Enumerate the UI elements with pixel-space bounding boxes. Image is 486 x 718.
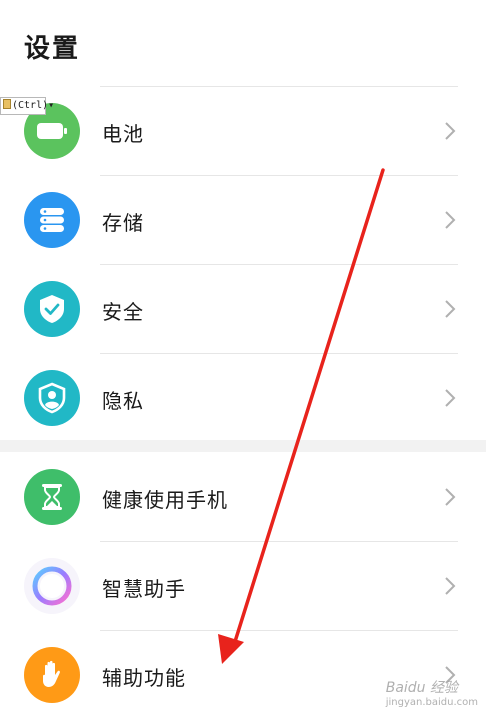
settings-item-label: 安全 [102,300,144,324]
ctrl-paste-badge[interactable]: (Ctrl)▾ [0,97,54,115]
storage-icon [24,192,80,248]
chevron-right-icon [445,488,456,506]
hourglass-icon [24,469,80,525]
chevron-right-icon [445,300,456,318]
baidu-watermark: Baidu 经验 jingyan.baidu.com [386,677,478,708]
settings-item-label: 存储 [102,211,144,235]
watermark-brand: Baidu 经验 [385,680,459,696]
watermark-url: jingyan.baidu.com [385,697,478,708]
privacy-shield-icon [24,370,80,426]
clipboard-icon [3,99,11,109]
settings-item-label: 电池 [102,122,144,146]
chevron-right-icon [445,211,456,229]
assistant-ring-icon [24,558,80,614]
hand-icon [24,647,80,703]
ctrl-badge-caret: ▾ [48,100,55,111]
chevron-right-icon [445,577,456,595]
settings-item-label: 智慧助手 [102,577,186,601]
settings-item-smart-assistant[interactable]: 智慧助手 [0,542,486,631]
section-separator [0,440,486,452]
settings-item-label: 辅助功能 [102,666,186,690]
settings-item-security[interactable]: 安全 [0,265,486,354]
settings-item-battery[interactable]: 电池 [0,87,486,176]
settings-item-label: 隐私 [102,389,144,413]
shield-check-icon [24,281,80,337]
settings-item-storage[interactable]: 存储 [0,176,486,265]
settings-item-digital-balance[interactable]: 健康使用手机 [0,453,486,542]
settings-item-label: 健康使用手机 [102,488,228,512]
settings-item-privacy[interactable]: 隐私 [0,354,486,443]
chevron-right-icon [445,122,456,140]
chevron-right-icon [445,389,456,407]
ctrl-badge-label: (Ctrl) [12,100,49,111]
page-title: 设置 [24,34,81,64]
